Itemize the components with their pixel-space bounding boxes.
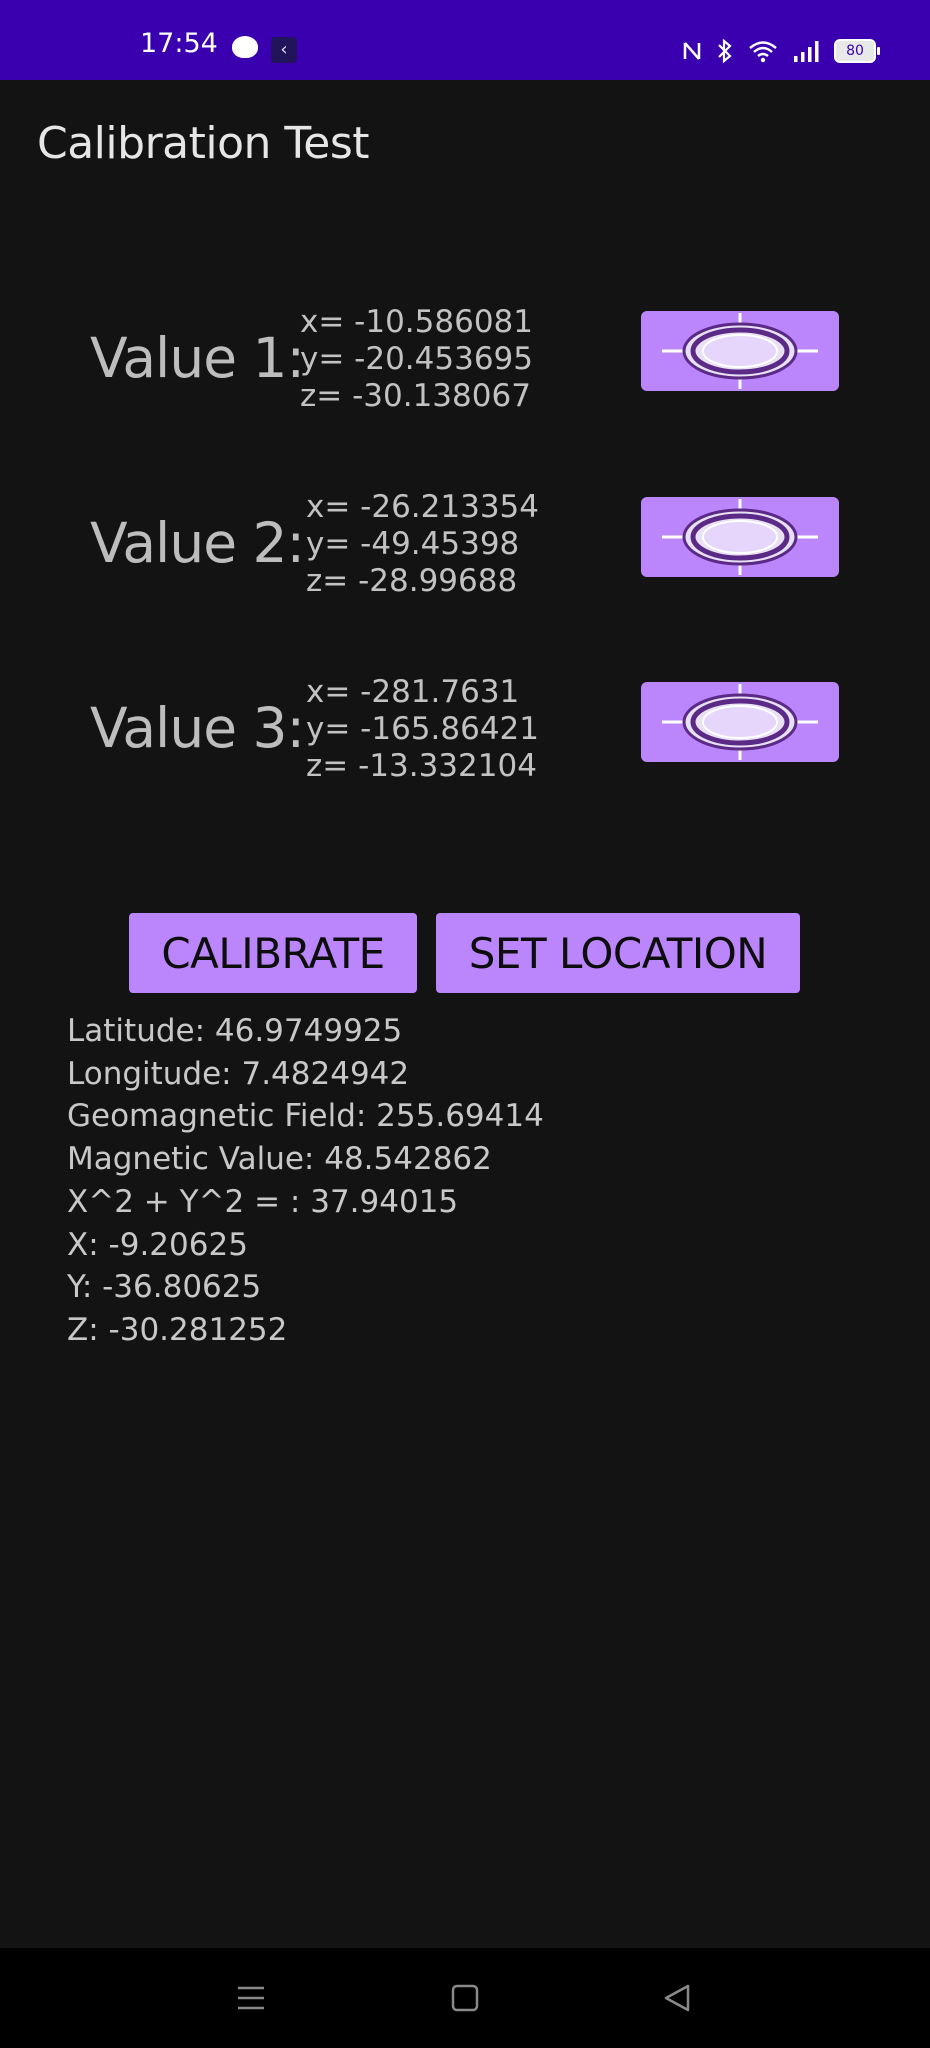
magnetic-value-text: Magnetic Value: 48.542862 bbox=[67, 1141, 492, 1178]
value-z: z= -30.138067 bbox=[300, 378, 531, 414]
latitude-text: Latitude: 46.9749925 bbox=[67, 1013, 403, 1049]
recents-button[interactable] bbox=[231, 1980, 271, 2016]
back-button[interactable] bbox=[657, 1980, 697, 2016]
value-x: x= -10.586081 bbox=[300, 304, 533, 340]
geomagnetic-field-text: Geomagnetic Field: 255.69414 bbox=[67, 1098, 544, 1135]
value-label: Value 1: bbox=[90, 326, 305, 390]
status-bar: 17:54 ‹ 80 bbox=[0, 0, 930, 80]
status-time: 17:54 bbox=[140, 28, 218, 59]
xy-sum-text: X^2 + Y^2 = : 37.94015 bbox=[67, 1183, 459, 1220]
battery-icon: 80 bbox=[834, 39, 880, 63]
home-button[interactable] bbox=[445, 1980, 485, 2016]
value-x: x= -281.7631 bbox=[306, 674, 520, 710]
z-text: Z: -30.281252 bbox=[67, 1311, 288, 1348]
value-row-2: Value 2: x= -26.213354 y= -49.45398 z= -… bbox=[0, 489, 930, 609]
set-location-button[interactable]: SET LOCATION bbox=[436, 913, 800, 993]
back-triangle-icon bbox=[664, 1984, 690, 2012]
value-y: y= -49.45398 bbox=[306, 526, 520, 562]
target-icon bbox=[662, 499, 818, 575]
capture-value-3-button[interactable] bbox=[641, 682, 839, 762]
target-icon bbox=[662, 684, 818, 760]
target-icon bbox=[662, 313, 818, 389]
calibrate-button[interactable]: CALIBRATE bbox=[129, 913, 417, 993]
status-icons: 80 bbox=[682, 36, 880, 66]
longitude-text: Longitude: 7.4824942 bbox=[67, 1055, 410, 1092]
y-text: Y: -36.80625 bbox=[67, 1269, 262, 1306]
navigation-bar bbox=[0, 1948, 930, 2048]
value-xyz: x= -26.213354 y= -49.45398 z= -28.99688 bbox=[306, 489, 539, 600]
page-title: Calibration Test bbox=[37, 118, 370, 169]
capture-value-2-button[interactable] bbox=[641, 497, 839, 577]
home-square-icon bbox=[451, 1984, 479, 2012]
signal-icon bbox=[794, 41, 819, 62]
wifi-icon bbox=[749, 41, 777, 63]
nfc-icon bbox=[683, 42, 701, 60]
capture-value-1-button[interactable] bbox=[641, 311, 839, 391]
bluetooth-icon bbox=[718, 38, 732, 64]
value-xyz: x= -10.586081 y= -20.453695 z= -30.13806… bbox=[300, 304, 533, 415]
x-text: X: -9.20625 bbox=[67, 1226, 248, 1263]
value-x: x= -26.213354 bbox=[306, 489, 539, 525]
app-notification-icon: ‹ bbox=[271, 37, 297, 63]
value-label: Value 3: bbox=[90, 696, 305, 760]
value-z: z= -13.332104 bbox=[306, 748, 537, 784]
value-row-3: Value 3: x= -281.7631 y= -165.86421 z= -… bbox=[0, 674, 930, 794]
value-y: y= -20.453695 bbox=[300, 341, 533, 377]
value-z: z= -28.99688 bbox=[306, 563, 518, 599]
menu-icon bbox=[238, 1986, 264, 2010]
value-y: y= -165.86421 bbox=[306, 711, 539, 747]
value-xyz: x= -281.7631 y= -165.86421 z= -13.332104 bbox=[306, 674, 539, 785]
value-label: Value 2: bbox=[90, 511, 305, 575]
value-row-1: Value 1: x= -10.586081 y= -20.453695 z= … bbox=[0, 304, 930, 424]
sensor-info: Latitude: 46.9749925 Longitude: 7.482494… bbox=[67, 1010, 544, 1352]
reddit-notification-icon bbox=[232, 36, 258, 58]
